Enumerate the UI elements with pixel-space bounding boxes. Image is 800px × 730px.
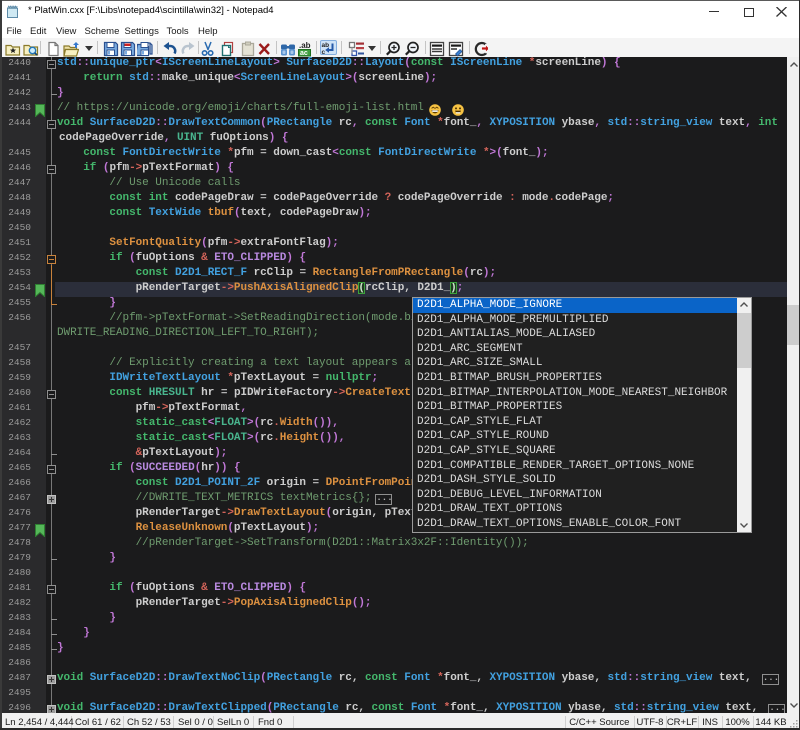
svg-text:ab: ab [322, 42, 330, 49]
svg-text:c: c [322, 49, 326, 55]
svg-text:ac: ac [300, 50, 308, 57]
svg-text:.ab: .ab [299, 41, 311, 50]
